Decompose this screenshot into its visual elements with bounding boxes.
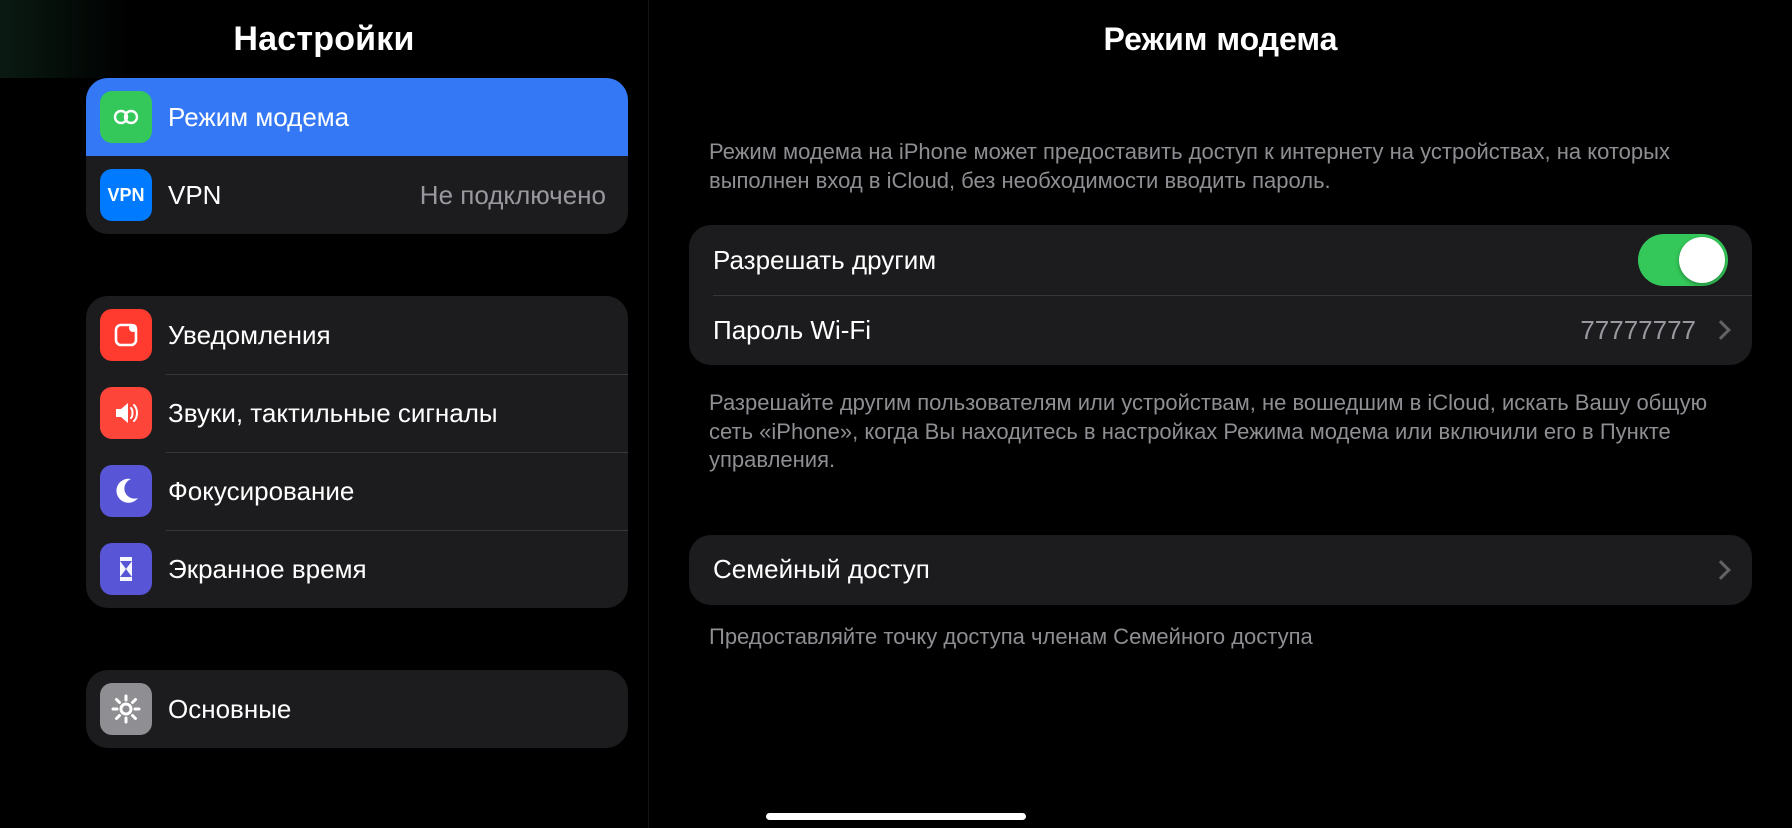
sidebar-header: Настройки [0,0,648,78]
sidebar-group-preferences: Уведомления Звуки, тактильные сигналы Фо… [86,296,628,608]
focus-icon [100,465,152,517]
intro-text: Режим модема на iPhone может предоставит… [689,138,1752,195]
settings-group-family: Семейный доступ [689,535,1752,605]
sidebar-item-value: Не подключено [420,180,606,211]
sounds-icon [100,387,152,439]
sidebar-item-sounds[interactable]: Звуки, тактильные сигналы [86,374,628,452]
settings-group-sharing: Разрешать другим Пароль Wi-Fi 77777777 [689,225,1752,365]
sidebar-item-label: Фокусирование [168,476,606,507]
detail-header: Режим модема [649,0,1792,78]
sidebar-item-vpn[interactable]: VPN VPN Не подключено [86,156,628,234]
sidebar-item-notifications[interactable]: Уведомления [86,296,628,374]
sidebar-scroll[interactable]: Режим модема VPN VPN Не подключено Уведо… [0,78,648,828]
sidebar-item-label: Звуки, тактильные сигналы [168,398,606,429]
wifi-password-value: 77777777 [1580,315,1696,346]
sidebar-item-label: Основные [168,694,606,725]
hotspot-icon [100,91,152,143]
detail-scroll[interactable]: Режим модема на iPhone может предоставит… [649,78,1792,828]
chevron-right-icon [1711,320,1731,340]
detail-pane: Режим модема Режим модема на iPhone може… [648,0,1792,828]
sidebar-item-focus[interactable]: Фокусирование [86,452,628,530]
general-icon [100,683,152,735]
family-footnote: Предоставляйте точку доступа членам Семе… [689,623,1752,652]
allow-others-switch[interactable] [1638,234,1728,286]
home-indicator[interactable] [766,813,1026,820]
screen-time-icon [100,543,152,595]
sidebar-title: Настройки [233,20,414,59]
sidebar-item-screen-time[interactable]: Экранное время [86,530,628,608]
sidebar-item-personal-hotspot[interactable]: Режим модема [86,78,628,156]
sidebar: Настройки Режим модема VPN VPN Не подклю… [0,0,648,828]
row-label: Пароль Wi-Fi [713,315,1580,346]
row-wifi-password[interactable]: Пароль Wi-Fi 77777777 [689,295,1752,365]
sidebar-group-general: Основные [86,670,628,748]
explain-text: Разрешайте другим пользователям или устр… [689,389,1752,475]
row-allow-others[interactable]: Разрешать другим [689,225,1752,295]
chevron-right-icon [1711,560,1731,580]
vpn-icon: VPN [100,169,152,221]
page-title: Режим модема [1104,21,1338,58]
sidebar-item-label: VPN [168,180,408,211]
row-label: Разрешать другим [713,245,1638,276]
row-label: Семейный доступ [713,554,1706,585]
notifications-icon [100,309,152,361]
sidebar-item-label: Уведомления [168,320,606,351]
sidebar-item-label: Экранное время [168,554,606,585]
row-family-sharing[interactable]: Семейный доступ [689,535,1752,605]
sidebar-group-connectivity: Режим модема VPN VPN Не подключено [86,78,628,234]
sidebar-item-general[interactable]: Основные [86,670,628,748]
sidebar-item-label: Режим модема [168,102,606,133]
